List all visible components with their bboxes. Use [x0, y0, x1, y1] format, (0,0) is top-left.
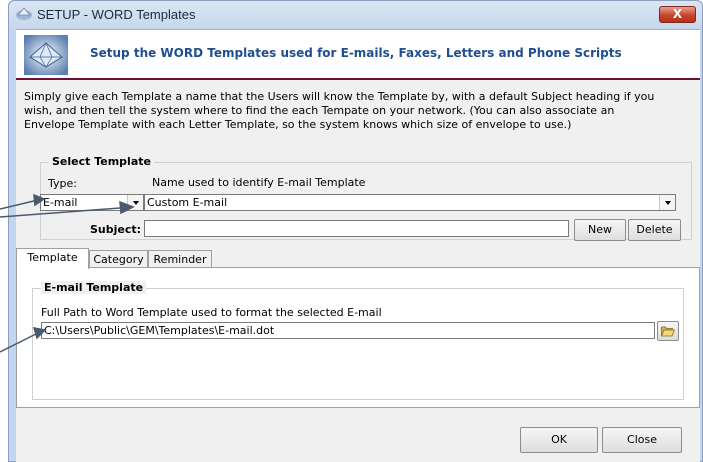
title-bar[interactable]: SETUP - WORD Templates X: [9, 1, 702, 29]
diamond-logo-icon: [24, 35, 68, 75]
template-name-label: Name used to identify E-mail Template: [152, 176, 366, 189]
close-button[interactable]: Close: [602, 427, 682, 453]
template-name-select[interactable]: Custom E-mail: [144, 194, 676, 211]
header-banner: Setup the WORD Templates used for E-mail…: [16, 30, 700, 80]
intro-line: wish, and then tell the system where to …: [24, 104, 615, 117]
email-template-group: E-mail Template: [32, 281, 684, 400]
email-template-legend: E-mail Template: [41, 281, 147, 294]
dialog-client-area: Setup the WORD Templates used for E-mail…: [16, 29, 700, 462]
setup-window: SETUP - WORD Templates X Setup the WORD …: [8, 0, 703, 462]
tab-template[interactable]: Template: [16, 248, 89, 269]
type-select-value: E-mail: [43, 196, 78, 209]
intro-line: Simply give each Template a name that th…: [24, 90, 655, 103]
template-name-value: Custom E-mail: [147, 196, 228, 209]
subject-label: Subject:: [90, 223, 142, 236]
intro-line: Envelope Template with each Letter Templ…: [24, 118, 572, 131]
ok-button[interactable]: OK: [520, 427, 598, 453]
app-logo-icon: [16, 7, 32, 20]
intro-text: Simply give each Template a name that th…: [24, 90, 692, 132]
path-label: Full Path to Word Template used to forma…: [41, 306, 382, 319]
close-window-button[interactable]: X: [659, 6, 696, 23]
new-button[interactable]: New: [574, 219, 626, 241]
subject-input[interactable]: [144, 220, 569, 237]
banner-heading: Setup the WORD Templates used for E-mail…: [90, 46, 622, 60]
select-template-legend: Select Template: [49, 155, 154, 168]
chevron-down-icon[interactable]: [659, 195, 675, 210]
folder-open-icon: [661, 326, 675, 337]
delete-button[interactable]: Delete: [628, 219, 681, 241]
close-icon: X: [672, 7, 683, 21]
chevron-down-icon[interactable]: [127, 195, 143, 210]
window-title: SETUP - WORD Templates: [37, 7, 196, 22]
type-select[interactable]: E-mail: [40, 194, 144, 211]
browse-button[interactable]: [657, 321, 679, 341]
template-tab-panel: E-mail Template Full Path to Word Templa…: [16, 267, 700, 408]
type-label: Type:: [48, 177, 77, 190]
template-path-input[interactable]: C:\Users\Public\GEM\Templates\E-mail.dot: [41, 322, 655, 339]
